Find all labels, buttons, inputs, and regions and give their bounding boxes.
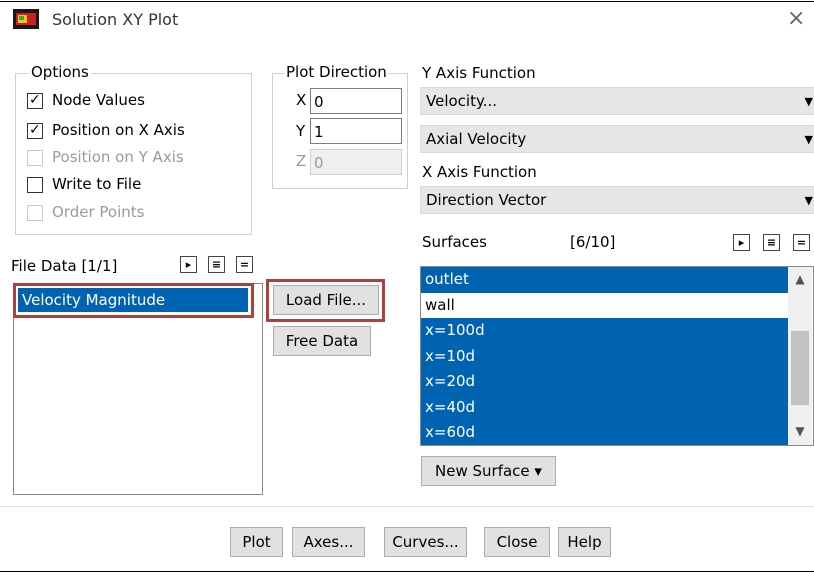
- list-item[interactable]: outlet: [421, 267, 788, 293]
- write-to-file-label: Write to File: [52, 175, 142, 193]
- surfaces-select-all-icon[interactable]: ▸: [733, 234, 750, 251]
- axes-button[interactable]: Axes...: [292, 527, 365, 557]
- fluent-app-icon: [13, 9, 39, 29]
- x-axis-function-value: Direction Vector: [426, 191, 547, 209]
- y-axis-function-value: Axial Velocity: [426, 130, 527, 148]
- list-item[interactable]: wall: [421, 293, 788, 319]
- position-y-axis-label: Position on Y Axis: [52, 148, 184, 166]
- list-item[interactable]: x=10d: [421, 343, 788, 369]
- free-data-button[interactable]: Free Data: [273, 326, 371, 356]
- order-points-label: Order Points: [52, 203, 145, 221]
- list-item[interactable]: x=20d: [421, 369, 788, 395]
- y-axis-category-dropdown[interactable]: Velocity... ▼: [420, 87, 814, 115]
- new-surface-button[interactable]: New Surface ▾: [421, 456, 556, 486]
- node-values-label: Node Values: [52, 91, 145, 109]
- position-x-axis-checkbox[interactable]: ✓: [27, 122, 43, 139]
- y-coord-label: Y: [296, 122, 306, 140]
- x-direction-field[interactable]: 0: [310, 88, 402, 114]
- write-to-file-checkbox[interactable]: [27, 177, 43, 193]
- surfaces-scrollbar[interactable]: ▲ ▼: [788, 267, 812, 445]
- y-axis-function-label: Y Axis Function: [422, 64, 536, 82]
- title-bar[interactable]: Solution XY Plot ×: [0, 0, 814, 40]
- options-group-label: Options: [29, 63, 91, 81]
- bottom-separator: [0, 506, 814, 507]
- check-icon: ✓: [29, 92, 41, 108]
- position-x-axis-label: Position on X Axis: [52, 121, 185, 139]
- y-axis-function-dropdown[interactable]: Axial Velocity ▼: [420, 125, 814, 153]
- scroll-up-icon[interactable]: ▲: [790, 269, 810, 289]
- scrollbar-thumb[interactable]: [791, 331, 809, 405]
- x-axis-function-dropdown[interactable]: Direction Vector ▼: [420, 186, 814, 214]
- y-axis-category-value: Velocity...: [426, 92, 498, 110]
- surfaces-count: [6/10]: [570, 233, 616, 251]
- list-item[interactable]: x=40d: [421, 394, 788, 420]
- surfaces-deselect-all-icon[interactable]: ≡: [763, 234, 780, 251]
- dropdown-arrow-icon: ▼: [804, 133, 813, 146]
- list-item[interactable]: x=60d: [421, 420, 788, 445]
- plot-button[interactable]: Plot: [230, 527, 283, 557]
- file-data-label: File Data [1/1]: [11, 257, 118, 275]
- check-icon: ✓: [29, 122, 41, 138]
- close-button[interactable]: Close: [484, 527, 550, 557]
- close-icon[interactable]: ×: [787, 6, 805, 31]
- file-data-equal-icon[interactable]: =: [236, 256, 253, 273]
- highlight-box-load-file: [266, 279, 385, 322]
- surfaces-equal-icon[interactable]: =: [793, 234, 810, 251]
- file-data-deselect-all-icon[interactable]: ≡: [208, 256, 225, 273]
- plot-direction-group-label: Plot Direction: [284, 63, 389, 81]
- list-item[interactable]: x=100d: [421, 318, 788, 344]
- surfaces-list-viewport: outlet wall x=100d x=10d x=20d x=40d x=6…: [421, 267, 788, 445]
- y-direction-field[interactable]: 1: [310, 118, 402, 144]
- node-values-checkbox[interactable]: ✓: [27, 92, 43, 109]
- highlight-box-velocity-magnitude: [13, 283, 254, 318]
- surfaces-list[interactable]: outlet wall x=100d x=10d x=20d x=40d x=6…: [420, 266, 814, 446]
- window-bottom-edge: [0, 571, 814, 572]
- z-coord-label: Z: [296, 152, 307, 170]
- window-title: Solution XY Plot: [52, 10, 179, 29]
- order-points-checkbox[interactable]: [27, 205, 43, 221]
- position-y-axis-checkbox[interactable]: [27, 150, 43, 166]
- file-data-select-all-icon[interactable]: ▸: [180, 256, 197, 273]
- x-coord-label: X: [296, 91, 307, 109]
- surfaces-label: Surfaces: [422, 233, 487, 251]
- x-axis-function-label: X Axis Function: [422, 163, 537, 181]
- z-direction-field[interactable]: 0: [310, 149, 402, 175]
- scroll-down-icon[interactable]: ▼: [790, 421, 810, 441]
- curves-button[interactable]: Curves...: [384, 527, 467, 557]
- dropdown-arrow-icon: ▼: [804, 194, 813, 207]
- dropdown-arrow-icon: ▼: [804, 95, 813, 108]
- help-button[interactable]: Help: [558, 527, 611, 557]
